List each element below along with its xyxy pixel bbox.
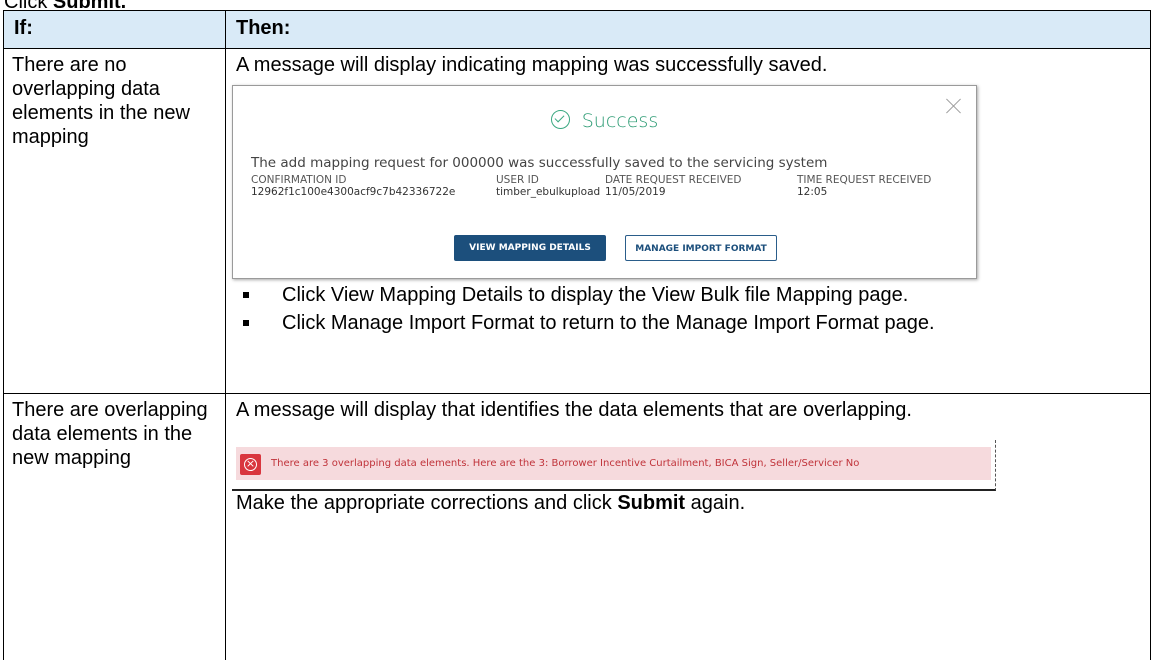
table-row: There are overlapping data elements in t… xyxy=(4,394,1151,660)
error-band: There are 3 overlapping data elements. H… xyxy=(236,447,991,480)
final-suffix: again. xyxy=(685,492,745,514)
field-value: 11/05/2019 xyxy=(605,186,741,198)
bullet-text: Click Manage Import Format to return to … xyxy=(282,312,935,334)
time-request-field: TIME REQUEST RECEIVED 12:05 xyxy=(797,174,931,198)
table-header-row: If: Then: xyxy=(4,11,1151,49)
field-label: USER ID xyxy=(496,174,600,186)
result-cell: A message will display indicating mappin… xyxy=(226,49,1151,394)
success-dialog: Success The add mapping request for 0000… xyxy=(232,85,977,279)
header-if: If: xyxy=(4,11,226,49)
bullet-square-icon xyxy=(243,320,249,326)
result-text: A message will display indicating mappin… xyxy=(236,53,1144,77)
condition-text: There are no overlapping data elements i… xyxy=(12,53,219,149)
user-id-field: USER ID timber_ebulkupload xyxy=(496,174,600,198)
condition-cell: There are overlapping data elements in t… xyxy=(4,394,226,660)
condition-cell: There are no overlapping data elements i… xyxy=(4,49,226,394)
error-message: There are 3 overlapping data elements. H… xyxy=(271,457,859,471)
success-message: The add mapping request for 000000 was s… xyxy=(251,155,827,171)
confirmation-id-field: CONFIRMATION ID 12962f1c100e4300acf9c7b4… xyxy=(251,174,455,198)
close-icon[interactable] xyxy=(946,98,962,114)
final-bold: Submit xyxy=(617,492,685,514)
final-instruction: Make the appropriate corrections and cli… xyxy=(236,491,1144,515)
bullet-text: Click View Mapping Details to display th… xyxy=(282,284,908,306)
if-then-table: If: Then: There are no overlapping data … xyxy=(3,10,1151,660)
field-value: 12962f1c100e4300acf9c7b42336722e xyxy=(251,186,455,198)
date-request-field: DATE REQUEST RECEIVED 11/05/2019 xyxy=(605,174,741,198)
error-banner: There are 3 overlapping data elements. H… xyxy=(232,440,996,491)
header-then: Then: xyxy=(226,11,1151,49)
field-label: CONFIRMATION ID xyxy=(251,174,455,186)
field-value: timber_ebulkupload xyxy=(496,186,600,198)
bullet-list: Click View Mapping Details to display th… xyxy=(236,283,1144,335)
success-header: Success xyxy=(233,110,976,132)
bullet-square-icon xyxy=(243,292,249,298)
success-title: Success xyxy=(582,110,658,132)
view-mapping-details-button[interactable]: VIEW MAPPING DETAILS xyxy=(454,235,606,261)
list-item: Click Manage Import Format to return to … xyxy=(236,311,1144,335)
final-prefix: Make the appropriate corrections and cli… xyxy=(236,492,617,514)
field-value: 12:05 xyxy=(797,186,931,198)
result-text: A message will display that identifies t… xyxy=(236,398,1144,422)
table-row: There are no overlapping data elements i… xyxy=(4,49,1151,394)
field-label: TIME REQUEST RECEIVED xyxy=(797,174,931,186)
list-item: Click View Mapping Details to display th… xyxy=(236,283,1144,307)
result-cell: A message will display that identifies t… xyxy=(226,394,1151,660)
field-label: DATE REQUEST RECEIVED xyxy=(605,174,741,186)
manage-import-format-button[interactable]: MANAGE IMPORT FORMAT xyxy=(625,235,777,261)
condition-text: There are overlapping data elements in t… xyxy=(12,398,219,470)
error-circle-x-icon xyxy=(240,454,261,475)
check-circle-icon xyxy=(551,110,570,129)
